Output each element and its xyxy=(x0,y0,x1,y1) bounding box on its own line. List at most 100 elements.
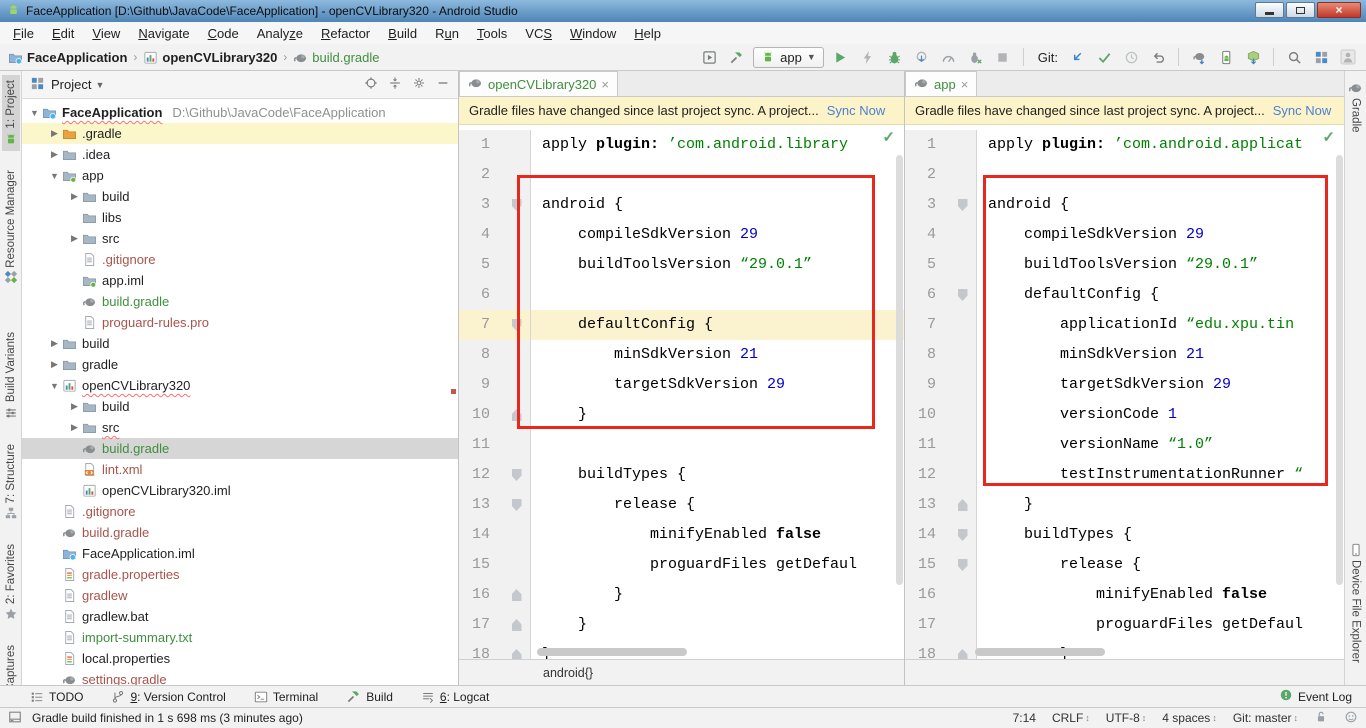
rollback-button[interactable] xyxy=(1148,47,1168,67)
minimize-button[interactable] xyxy=(1255,2,1284,18)
collapsed-arrow-icon[interactable]: ▶ xyxy=(68,191,81,202)
lock-button[interactable] xyxy=(1314,710,1328,727)
stripe-7-structure[interactable]: 7: Structure xyxy=(2,439,20,525)
breadcrumb-build.gradle[interactable]: build.gradle xyxy=(293,50,380,65)
toolwindow-button-6-logcat[interactable]: 6: Logcat xyxy=(421,690,489,704)
toolwindow-button-todo[interactable]: TODO xyxy=(30,690,83,704)
tree-item-build-gradle[interactable]: build.gradle xyxy=(22,438,458,459)
close-tab-icon[interactable]: × xyxy=(961,77,969,92)
status-utf-8[interactable]: UTF-8 ↕ xyxy=(1106,711,1147,725)
run-configuration-select[interactable]: app ▼ xyxy=(753,46,824,68)
fold-marker-icon[interactable] xyxy=(957,289,968,301)
stripe-build-variants[interactable]: Build Variants xyxy=(2,327,20,424)
menu-analyze[interactable]: Analyze xyxy=(248,24,312,43)
horizontal-scrollbar[interactable] xyxy=(537,648,687,656)
tree-item-build[interactable]: ▶ build xyxy=(22,186,458,207)
tree-item--gitignore[interactable]: .gitignore xyxy=(22,249,458,270)
tree-item-faceapplication[interactable]: ▼ FaceApplication D:\Github\JavaCode\FaceA… xyxy=(22,102,458,123)
fold-marker-icon[interactable] xyxy=(511,469,522,481)
history-button[interactable] xyxy=(1121,47,1141,67)
vertical-scrollbar[interactable] xyxy=(1336,155,1343,585)
fold-marker-icon[interactable] xyxy=(511,409,522,421)
run-button[interactable] xyxy=(831,47,851,67)
horizontal-scrollbar[interactable] xyxy=(975,648,1105,656)
close-button[interactable]: × xyxy=(1317,2,1361,18)
tree-item--idea[interactable]: ▶ .idea xyxy=(22,144,458,165)
fold-marker-icon[interactable] xyxy=(511,499,522,511)
menu-file[interactable]: File xyxy=(4,24,43,43)
status-4-spaces[interactable]: 4 spaces ↕ xyxy=(1162,711,1217,725)
tree-item-app-iml[interactable]: app.iml xyxy=(22,270,458,291)
tree-item-app[interactable]: ▼ app xyxy=(22,165,458,186)
collapsed-arrow-icon[interactable]: ▶ xyxy=(48,359,61,370)
avd-manager-button[interactable] xyxy=(1216,47,1236,67)
status-crlf[interactable]: CRLF ↕ xyxy=(1052,711,1090,725)
collapse-all-button[interactable] xyxy=(388,76,402,93)
sdk-manager-button[interactable] xyxy=(1243,47,1263,67)
gradle-sync-button[interactable] xyxy=(1189,47,1209,67)
gear-button[interactable] xyxy=(412,76,426,93)
menu-code[interactable]: Code xyxy=(199,24,248,43)
fold-marker-icon[interactable] xyxy=(511,589,522,601)
tree-item-src[interactable]: ▶ src xyxy=(22,228,458,249)
run-toolwindow-button[interactable] xyxy=(699,47,719,67)
code-editor[interactable]: 1 apply plugin: ’com.android.applicat 2 3 an… xyxy=(905,125,1344,659)
coverage-button[interactable] xyxy=(966,47,986,67)
menu-edit[interactable]: Edit xyxy=(43,24,83,43)
tree-item-import-summary-txt[interactable]: import-summary.txt xyxy=(22,627,458,648)
toolwindow-toggle-icon[interactable] xyxy=(8,710,22,727)
maximize-button[interactable] xyxy=(1286,2,1315,18)
toolwindow-button-9-version-control[interactable]: 9: Version Control xyxy=(111,690,226,704)
target-button[interactable] xyxy=(364,76,378,93)
toolwindow-button-build[interactable]: Build xyxy=(346,689,393,704)
daemon-button[interactable] xyxy=(1344,710,1358,727)
fold-marker-icon[interactable] xyxy=(511,649,522,659)
breadcrumb-opencvlibrary320[interactable]: openCVLibrary320 xyxy=(143,50,277,65)
minus-button[interactable] xyxy=(436,76,450,93)
menu-help[interactable]: Help xyxy=(625,24,670,43)
menu-navigate[interactable]: Navigate xyxy=(129,24,198,43)
fold-marker-icon[interactable] xyxy=(957,499,968,511)
tree-item-opencvlibrary320-iml[interactable]: openCVLibrary320.iml xyxy=(22,480,458,501)
vcs-update-button[interactable] xyxy=(1067,47,1087,67)
tree-item-faceapplication-iml[interactable]: FaceApplication.iml xyxy=(22,543,458,564)
sync-now-link[interactable]: Sync Now xyxy=(827,103,886,118)
close-tab-icon[interactable]: × xyxy=(601,77,609,92)
tree-item-libs[interactable]: libs xyxy=(22,207,458,228)
code-editor[interactable]: 1 apply plugin: ’com.android.library 2 3 and… xyxy=(459,125,904,659)
collapsed-arrow-icon[interactable]: ▶ xyxy=(68,401,81,412)
fold-marker-icon[interactable] xyxy=(957,199,968,211)
tree-item-lint-xml[interactable]: lint.xml xyxy=(22,459,458,480)
fold-marker-icon[interactable] xyxy=(511,619,522,631)
menu-tools[interactable]: Tools xyxy=(468,24,516,43)
collapsed-arrow-icon[interactable]: ▶ xyxy=(68,233,81,244)
vcs-commit-button[interactable] xyxy=(1094,47,1114,67)
tree-item-settings-gradle[interactable]: settings.gradle xyxy=(22,669,458,685)
chevron-down-icon[interactable]: ▼ xyxy=(95,80,104,90)
tree-item-build[interactable]: ▶ build xyxy=(22,333,458,354)
stripe-gradle[interactable]: Gradle xyxy=(1346,75,1365,138)
status-7-14[interactable]: 7:14 xyxy=(1013,711,1036,725)
tree-item-build[interactable]: ▶ build xyxy=(22,396,458,417)
tree-item-opencvlibrary320[interactable]: ▼ openCVLibrary320 xyxy=(22,375,458,396)
stripe-resource-manager[interactable]: Resource Manager xyxy=(2,165,20,290)
tree-item--gitignore[interactable]: .gitignore xyxy=(22,501,458,522)
collapsed-arrow-icon[interactable]: ▶ xyxy=(68,422,81,433)
sync-now-link[interactable]: Sync Now xyxy=(1273,103,1332,118)
project-structure-button[interactable] xyxy=(1311,47,1331,67)
attach-debugger-button[interactable] xyxy=(912,47,932,67)
fold-marker-icon[interactable] xyxy=(511,199,522,211)
tab-app[interactable]: app × xyxy=(905,71,978,96)
tree-item-gradlew-bat[interactable]: gradlew.bat xyxy=(22,606,458,627)
profiler-button[interactable] xyxy=(939,47,959,67)
collapsed-arrow-icon[interactable]: ▶ xyxy=(48,338,61,349)
menu-run[interactable]: Run xyxy=(426,24,468,43)
editor-breadcrumb[interactable]: android{} xyxy=(459,659,904,685)
apply-changes-button[interactable] xyxy=(858,47,878,67)
tree-item-build-gradle[interactable]: build.gradle xyxy=(22,522,458,543)
collapsed-arrow-icon[interactable]: ▶ xyxy=(48,149,61,160)
debug-button[interactable] xyxy=(885,47,905,67)
tab-opencvlibrary320[interactable]: openCVLibrary320 × xyxy=(459,71,618,96)
avatar-button[interactable] xyxy=(1338,47,1358,67)
tree-item-proguard-rules-pro[interactable]: proguard-rules.pro xyxy=(22,312,458,333)
